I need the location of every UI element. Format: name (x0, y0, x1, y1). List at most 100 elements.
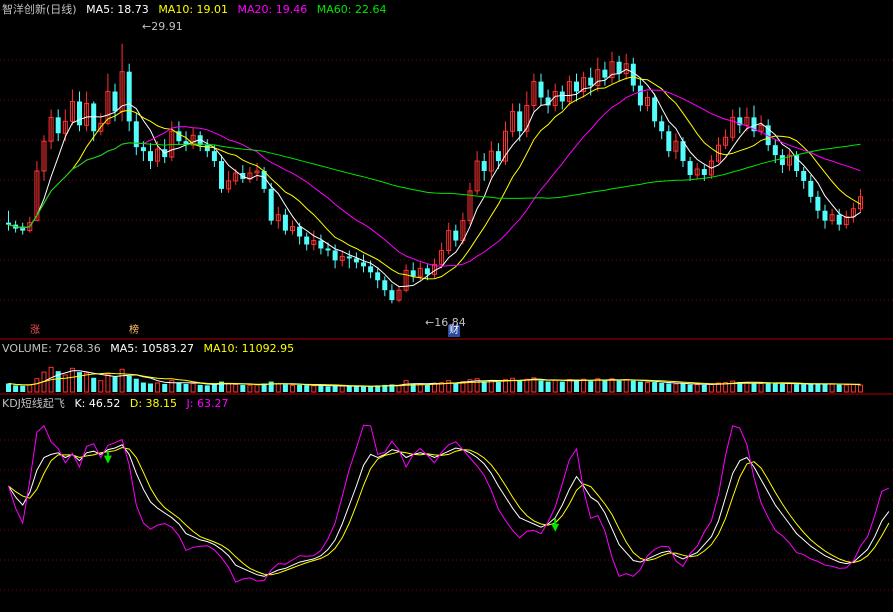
volume-bar-up (623, 379, 629, 393)
volume-bar-down (794, 384, 800, 392)
volume-bar-down (133, 378, 139, 392)
volume-bar-up (708, 383, 714, 393)
volume-bar-down (211, 384, 217, 392)
volume-bar-up (488, 380, 494, 393)
volume-bar-up (787, 383, 792, 393)
high-arrow-icon: ← (142, 20, 152, 33)
kdj-signal-arrow-icon (103, 455, 112, 464)
volume-bar-down (481, 381, 487, 392)
candle-body-down (6, 222, 11, 225)
volume-bar-up (609, 378, 615, 393)
candle-body-down (495, 151, 501, 162)
ma5-line (8, 68, 861, 288)
volume-bar-up (69, 367, 75, 393)
candle-body-down (325, 248, 331, 251)
candle-body-down (666, 131, 672, 152)
volume-bar-down (772, 383, 778, 392)
finance-badge[interactable]: 财 (448, 325, 460, 337)
kdj-d-line (8, 446, 890, 576)
kdj-j-label: J: 63.27 (186, 397, 229, 410)
volume-bar-up (311, 385, 317, 393)
volume-bar-down (666, 383, 672, 392)
candle-body-down (517, 111, 523, 132)
volume-bar-up (290, 384, 295, 393)
volume-bar-down (680, 383, 686, 392)
volume-bar-down (361, 386, 366, 392)
candle-body-down (652, 97, 658, 122)
volume-bar-up (673, 383, 679, 393)
candle-body-down (375, 272, 381, 281)
candle-body-down (801, 171, 807, 181)
volume-bar-up (339, 385, 345, 393)
volume-bar-up (254, 384, 260, 393)
volume-bar-up (758, 382, 764, 393)
candle-body-down (318, 240, 324, 249)
candle-body-down (304, 236, 310, 245)
candle-body-down (77, 101, 82, 126)
volume-bar-up (850, 383, 856, 393)
kdj-title: KDJ短线起飞 (2, 397, 65, 410)
candle-body-down (91, 103, 97, 132)
candle-body-down (268, 188, 274, 221)
volume-bar-down (765, 383, 771, 392)
candle-body-down (815, 196, 821, 211)
volume-bar-down (162, 383, 168, 392)
candle-body-down (140, 147, 146, 152)
volume-bar-up (403, 380, 409, 393)
volume-bar-up (595, 378, 601, 393)
limit-up-badge[interactable]: 涨 (29, 325, 41, 337)
volume-bar-down (304, 385, 310, 392)
volume-bar-down (687, 384, 693, 392)
ma60-label: MA60: 22.64 (316, 3, 387, 16)
volume-bar-down (808, 383, 814, 392)
volume-bar-down (574, 380, 579, 392)
volume-bar-down (20, 385, 26, 392)
volume-bar-up (119, 368, 125, 393)
volume-bar-down (297, 384, 303, 392)
candle-body-down (808, 180, 814, 197)
volume-bar-up (27, 384, 33, 393)
volume-bar-down (453, 383, 459, 392)
volume-bar-up (645, 382, 650, 393)
volume-bar-down (325, 386, 331, 392)
stock-title: 智洋创新(日线) (2, 3, 77, 16)
volume-bar-up (105, 373, 111, 393)
volume-bar-up (524, 378, 530, 393)
volume-bar-up (744, 382, 750, 393)
ranking-badge[interactable]: 榜 (128, 325, 140, 337)
volume-bar-down (588, 381, 594, 392)
volume-bar-down (701, 384, 707, 392)
high-price-label: ←29.91 (142, 20, 183, 33)
volume-bar-down (652, 382, 658, 392)
ma60-line (8, 142, 861, 229)
volume-bar-down (318, 385, 324, 392)
volume-bar-down (616, 380, 622, 392)
volume-bar-down (545, 381, 551, 392)
volume-bar-down (353, 386, 359, 392)
candle-body-down (822, 210, 828, 221)
volume-bar-down (559, 381, 565, 392)
volume-bar-down (630, 380, 636, 392)
candle-body-down (332, 250, 338, 261)
candle-body-down (219, 161, 224, 189)
volume-bar-down (517, 380, 523, 392)
volume-bar-down (240, 384, 246, 392)
volume-bar-down (751, 383, 757, 392)
ma10-line (8, 76, 861, 280)
volume-ma5-label: MA5: 10583.27 (110, 342, 194, 355)
volume-bar-up (552, 379, 558, 393)
candle-body-down (637, 85, 643, 106)
main-chart-header: 智洋创新(日线) MA5: 18.73 MA10: 19.01 MA20: 19… (2, 3, 392, 16)
candle-body-down (368, 266, 374, 273)
candle-body-down (148, 151, 153, 162)
volume-bar-down (140, 382, 146, 392)
candle-body-down (836, 214, 842, 225)
volume-bar-up (34, 378, 40, 393)
volume-bar-up (275, 383, 281, 393)
candle-body-down (389, 290, 395, 301)
volume-bar-down (77, 372, 82, 392)
volume-bar-down (815, 383, 821, 392)
volume-bar-down (822, 383, 828, 392)
candle-body-down (346, 256, 352, 259)
candle-body-down (112, 91, 118, 112)
